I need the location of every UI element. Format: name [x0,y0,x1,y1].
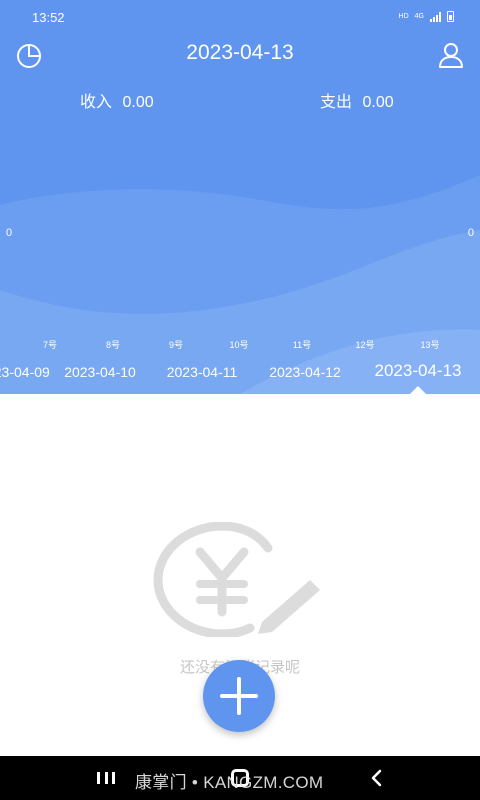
income-label: 收入 [80,94,113,111]
selected-date-pointer [409,386,427,394]
battery-icon [447,11,454,22]
day-label: 8号 [105,340,121,350]
status-bar: 13:52 HD 4G [0,0,480,34]
user-icon [439,43,463,68]
hd-indicator: HD [398,13,409,20]
day-label: 11号 [292,340,312,350]
network-4g-indicator: 4G [414,13,424,20]
date-item-active[interactable]: 2023-04-13 [375,361,462,381]
expense-label: 支出 [320,94,353,111]
day-label: 13号 [420,340,440,350]
day-label: 9号 [168,340,184,350]
app-screen: 13:52 HD 4G 2023-04-13 收入 0.00 支出 0.00 0… [0,0,480,800]
add-record-button[interactable] [203,660,275,732]
signal-icon [430,11,441,22]
date-item[interactable]: 2023-04-12 [269,364,341,380]
income-value: 0.00 [122,94,154,111]
status-time: 13:52 [32,10,65,25]
day-labels: 7号 8号 9号 10号 11号 12号 13号 [0,338,480,352]
day-label: 10号 [229,340,249,350]
page-title: 2023-04-13 [186,41,294,64]
watermark-text: 康掌门 • KANGZM.COM [135,773,324,792]
expense-value: 0.00 [362,94,394,111]
day-label: 7号 [42,340,58,350]
back-icon[interactable] [368,769,386,787]
day-label: 12号 [355,340,375,350]
date-selector: 2023-04-09 2023-04-10 2023-04-11 2023-04… [0,361,480,388]
date-item[interactable]: 2023-04-10 [64,364,136,380]
header-panel: 13:52 HD 4G 2023-04-13 收入 0.00 支出 0.00 0… [0,0,480,394]
profile-button[interactable] [436,40,466,70]
axis-left-value: 0 [6,227,13,239]
yen-coin-pencil-icon [153,522,320,637]
date-item[interactable]: 2023-04-09 [0,364,50,380]
income-summary: 收入 0.00 [80,88,154,112]
date-item[interactable]: 2023-04-11 [167,364,238,380]
axis-right-value: 0 [467,227,474,239]
status-icons: HD 4G [399,11,454,22]
plus-icon [220,677,258,715]
recent-apps-button[interactable] [97,772,115,784]
expense-summary: 支出 0.00 [320,88,394,112]
top-bar: 2023-04-13 [0,36,480,72]
